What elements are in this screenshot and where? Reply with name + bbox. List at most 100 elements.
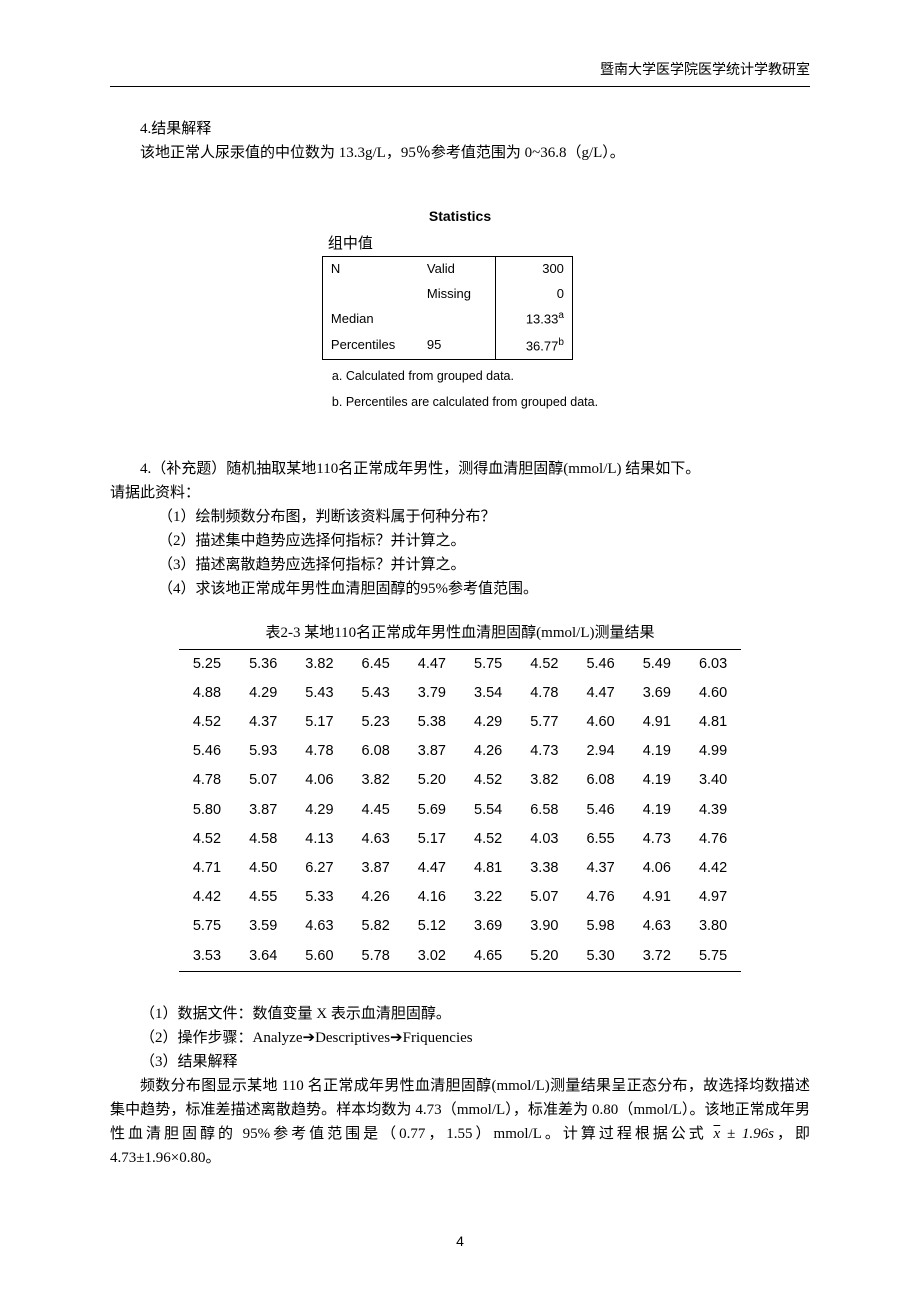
table-cell: 3.87 xyxy=(235,796,291,825)
stats-group-label: 组中值 xyxy=(322,232,598,256)
table-cell: 4.63 xyxy=(629,912,685,941)
table-cell: 6.08 xyxy=(572,766,628,795)
table-cell: 3.22 xyxy=(460,883,516,912)
q4-stem-line1: 4.（补充题）随机抽取某地110名正常成年男性，测得血清胆固醇(mmol/L) … xyxy=(110,461,700,477)
table-cell: 4.19 xyxy=(629,766,685,795)
table-cell: 4.55 xyxy=(235,883,291,912)
table-cell: 3.53 xyxy=(179,942,235,972)
table-cell: 4.47 xyxy=(572,679,628,708)
arrow-icon: ➔ xyxy=(302,1029,315,1046)
table-cell: 6.55 xyxy=(572,825,628,854)
q4-stem: 4.（补充题）随机抽取某地110名正常成年男性，测得血清胆固醇(mmol/L) … xyxy=(110,457,810,505)
table-cell: 4.76 xyxy=(685,825,741,854)
table-cell: 4.06 xyxy=(291,766,347,795)
q4-part1: （1）绘制频数分布图，判断该资料属于何种分布？ xyxy=(110,505,810,529)
table-cell: 5.17 xyxy=(291,708,347,737)
table-cell: 4.65 xyxy=(460,942,516,972)
table-cell: 3.87 xyxy=(348,854,404,883)
table-cell: 4.47 xyxy=(404,649,460,679)
table-cell: 3.38 xyxy=(516,854,572,883)
table-cell: 5.43 xyxy=(348,679,404,708)
table-cell: 3.90 xyxy=(516,912,572,941)
ans-3: （3）结果解释 xyxy=(110,1050,810,1074)
table-cell: 5.17 xyxy=(404,825,460,854)
table-row: 3.533.645.605.783.024.655.205.303.725.75 xyxy=(179,942,741,972)
table-row: 5.465.934.786.083.874.264.732.944.194.99 xyxy=(179,737,741,766)
table-cell: 5.75 xyxy=(685,942,741,972)
table-cell: 3.69 xyxy=(629,679,685,708)
data-table: 5.255.363.826.454.475.754.525.465.496.03… xyxy=(179,649,741,972)
table-cell: 6.27 xyxy=(291,854,347,883)
table-cell: 3.59 xyxy=(235,912,291,941)
table-cell: 5.46 xyxy=(572,796,628,825)
table-cell: 3.72 xyxy=(629,942,685,972)
table-cell: 4.29 xyxy=(235,679,291,708)
table-cell: 4.63 xyxy=(348,825,404,854)
table-cell: 4.39 xyxy=(685,796,741,825)
table-cell: 5.23 xyxy=(348,708,404,737)
table-cell: 3.79 xyxy=(404,679,460,708)
table-cell: 3.02 xyxy=(404,942,460,972)
table-cell: 5.69 xyxy=(404,796,460,825)
table-cell: 5.36 xyxy=(235,649,291,679)
table-cell: 5.75 xyxy=(179,912,235,941)
table-cell: 4.58 xyxy=(235,825,291,854)
table-cell: 4.52 xyxy=(516,649,572,679)
stats-median-sup: a xyxy=(558,310,564,321)
table-cell: 4.60 xyxy=(572,708,628,737)
stats-missing-label: Missing xyxy=(419,282,496,307)
stats-median-label: Median xyxy=(322,306,495,332)
table-cell: 4.78 xyxy=(179,766,235,795)
table-row: 5.753.594.635.825.123.693.905.984.633.80 xyxy=(179,912,741,941)
table-cell: 5.38 xyxy=(404,708,460,737)
table-row: 4.884.295.435.433.793.544.784.473.694.60 xyxy=(179,679,741,708)
table-cell: 6.45 xyxy=(348,649,404,679)
stats-missing-value: 0 xyxy=(495,282,572,307)
table-cell: 5.30 xyxy=(572,942,628,972)
table-cell: 4.19 xyxy=(629,796,685,825)
table-cell: 5.98 xyxy=(572,912,628,941)
table-cell: 4.91 xyxy=(629,708,685,737)
table-cell: 4.81 xyxy=(685,708,741,737)
table-cell: 4.63 xyxy=(291,912,347,941)
table-cell: 4.42 xyxy=(685,854,741,883)
table-cell: 4.13 xyxy=(291,825,347,854)
table-cell: 6.08 xyxy=(348,737,404,766)
table-cell: 4.76 xyxy=(572,883,628,912)
stats-valid-label: Valid xyxy=(419,256,496,281)
table-row: 5.255.363.826.454.475.754.525.465.496.03 xyxy=(179,649,741,679)
table-cell: 3.87 xyxy=(404,737,460,766)
table-cell: 6.58 xyxy=(516,796,572,825)
ans-para: 频数分布图显示某地 110 名正常成年男性血清胆固醇(mmol/L)测量结果呈正… xyxy=(110,1074,810,1170)
arrow-icon: ➔ xyxy=(390,1029,403,1046)
data-table-caption: 表2-3 某地110名正常成年男性血清胆固醇(mmol/L)测量结果 xyxy=(110,621,810,645)
stats-title: Statistics xyxy=(110,205,810,227)
table-cell: 4.52 xyxy=(179,708,235,737)
table-cell: 5.77 xyxy=(516,708,572,737)
ans-2-pre: （2）操作步骤：Analyze xyxy=(140,1030,302,1046)
ans-1: （1）数据文件：数值变量 X 表示血清胆固醇。 xyxy=(110,1002,810,1026)
table-cell: 4.50 xyxy=(235,854,291,883)
table-cell: 4.26 xyxy=(460,737,516,766)
table-cell: 4.16 xyxy=(404,883,460,912)
table-cell: 5.75 xyxy=(460,649,516,679)
table-cell: 5.33 xyxy=(291,883,347,912)
table-cell: 5.12 xyxy=(404,912,460,941)
table-cell: 4.45 xyxy=(348,796,404,825)
table-cell: 3.80 xyxy=(685,912,741,941)
table-cell: 3.82 xyxy=(291,649,347,679)
table-cell: 5.25 xyxy=(179,649,235,679)
ans-para-text: 频数分布图显示某地 110 名正常成年男性血清胆固醇(mmol/L)测量结果呈正… xyxy=(110,1078,810,1142)
table-cell: 4.47 xyxy=(404,854,460,883)
formula-xbar: x ± 1.96s xyxy=(714,1126,774,1142)
table-cell: 4.03 xyxy=(516,825,572,854)
stats-table: N Valid 300 Missing 0 Median 13.33a Perc… xyxy=(322,256,573,360)
q4-part2: （2）描述集中趋势应选择何指标？并计算之。 xyxy=(110,529,810,553)
table-cell: 3.64 xyxy=(235,942,291,972)
table-cell: 4.97 xyxy=(685,883,741,912)
stats-n-label: N xyxy=(322,256,419,281)
ans-2-mid1: Descriptives xyxy=(315,1030,390,1046)
stats-pct-sup: b xyxy=(558,337,564,348)
table-cell: 4.37 xyxy=(235,708,291,737)
page-number: 4 xyxy=(110,1230,810,1252)
